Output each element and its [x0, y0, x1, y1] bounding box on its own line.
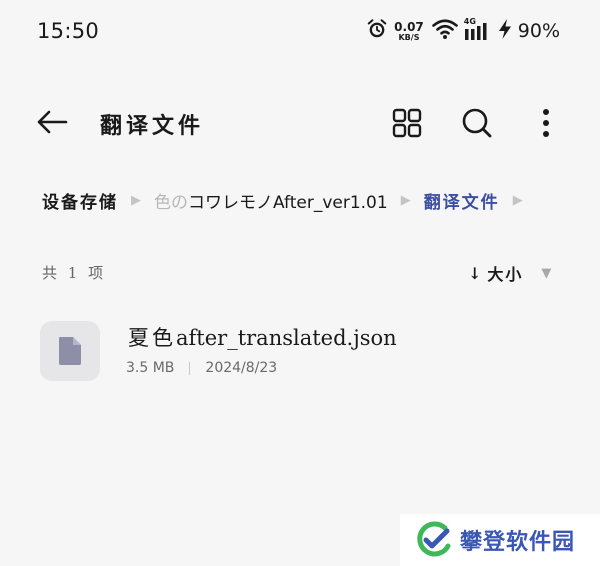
- grid-view-icon: [392, 108, 422, 138]
- search-icon: [462, 108, 492, 138]
- alarm-icon: [366, 18, 388, 45]
- speed-unit: KB/S: [398, 32, 420, 42]
- file-thumbnail: [40, 321, 100, 381]
- chevron-right-icon: ▶: [512, 192, 523, 207]
- list-item[interactable]: 夏色after_translated.json 3.5 MB 2024/8/23: [30, 308, 570, 394]
- sort-label: 大小: [487, 265, 524, 284]
- more-vert-icon: [543, 109, 549, 137]
- sort-button[interactable]: ↓ 大小 ▼: [468, 260, 553, 286]
- signal-icon: 4G: [464, 17, 492, 42]
- caret-down-icon: ▼: [541, 265, 554, 281]
- breadcrumb-folder-faded-text: 色の: [154, 192, 188, 213]
- top-app-bar: 翻译文件: [0, 90, 600, 154]
- status-time: 15:50: [37, 19, 100, 43]
- page-title: 翻译文件: [100, 113, 205, 139]
- more-options-button[interactable]: [530, 104, 562, 142]
- speed-value: 0.07: [394, 19, 424, 34]
- breadcrumb-folder-text: コワレモノAfter_ver1.01: [188, 192, 388, 213]
- breadcrumb: 设备存储 ▶ 色のコワレモノAfter_ver1.01 ▶ 翻译文件 ▶: [42, 185, 536, 215]
- file-name-prefix: 夏色: [128, 326, 176, 350]
- watermark-text: 攀登软件园: [460, 530, 576, 555]
- file-name: 夏色after_translated.json: [128, 322, 397, 352]
- back-arrow-icon: [37, 110, 68, 134]
- document-icon: [59, 337, 81, 365]
- charging-icon: [498, 18, 512, 45]
- watermark-logo-icon: [417, 521, 451, 557]
- breadcrumb-item-folder[interactable]: 色のコワレモノAfter_ver1.01: [154, 188, 388, 213]
- meta-divider: [189, 361, 191, 375]
- wifi-icon: [431, 18, 458, 45]
- chevron-right-icon: ▶: [400, 192, 411, 207]
- file-meta: 3.5 MB 2024/8/23: [126, 360, 277, 376]
- file-size: 3.5 MB: [126, 360, 175, 376]
- grid-view-button[interactable]: [388, 104, 426, 142]
- sort-direction-icon: ↓: [468, 263, 484, 283]
- battery-level: 90%: [517, 20, 560, 42]
- status-bar: 15:50 0.07 KB/S 4G 90%: [0, 0, 600, 60]
- breadcrumb-item-current[interactable]: 翻译文件: [424, 188, 500, 213]
- back-button[interactable]: [32, 104, 72, 140]
- breadcrumb-item-root[interactable]: 设备存储: [42, 188, 118, 213]
- file-name-suffix: after_translated.json: [176, 326, 397, 350]
- network-speed: 0.07 KB/S: [394, 21, 424, 42]
- item-count: 共 1 项: [42, 264, 107, 282]
- search-button[interactable]: [458, 104, 496, 142]
- file-date: 2024/8/23: [205, 360, 278, 376]
- chevron-right-icon: ▶: [131, 192, 141, 207]
- watermark: 攀登软件园: [400, 514, 600, 566]
- status-indicators: 0.07 KB/S 4G 90%: [366, 16, 560, 46]
